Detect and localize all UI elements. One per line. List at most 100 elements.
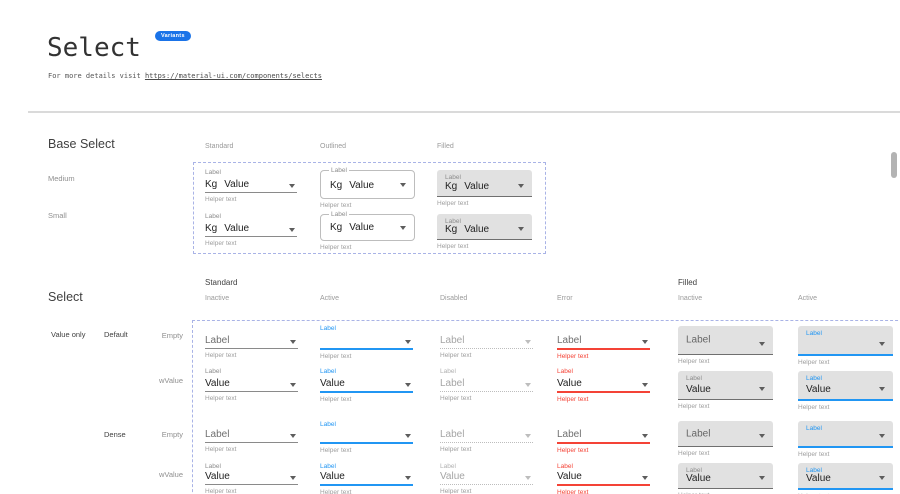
select-input[interactable]: LabelValue bbox=[678, 463, 773, 489]
select-column-header: Inactive bbox=[205, 295, 229, 302]
select-column-header: Disabled bbox=[440, 295, 467, 302]
select-input[interactable]: Label bbox=[678, 326, 773, 355]
select-row-label: wValue bbox=[141, 470, 183, 479]
select-input[interactable]: Value bbox=[205, 471, 298, 485]
select-row-label: Empty bbox=[141, 331, 183, 340]
select-value: Label bbox=[686, 335, 710, 346]
select-input[interactable]: Value bbox=[205, 376, 298, 392]
base-row-label: Small bbox=[48, 211, 67, 220]
select-standard-inactive-default-wvalue: LabelValueHelper text bbox=[205, 368, 298, 402]
helper-text: Helper text bbox=[320, 202, 415, 209]
select-input[interactable]: LabelKgValue bbox=[437, 170, 532, 197]
select-variants-page: Select Variants For more details visit h… bbox=[0, 0, 900, 494]
select-filled-active-default-empty: LabelHelper text bbox=[798, 326, 893, 366]
select-standard-disabled-dense-empty: Label Helper text bbox=[440, 421, 533, 453]
select-input[interactable]: Label bbox=[440, 376, 533, 392]
select-input[interactable]: Label bbox=[798, 421, 893, 448]
dropdown-arrow-icon bbox=[400, 183, 406, 187]
helper-text: Helper text bbox=[205, 352, 298, 359]
dropdown-arrow-icon bbox=[759, 434, 765, 438]
select-value: Label bbox=[205, 335, 229, 346]
select-standard-error-dense-wvalue: LabelValueHelper text bbox=[557, 463, 650, 494]
select-standard-active-dense-empty: LabelHelper text bbox=[320, 421, 413, 454]
select-filled-active-dense-empty: LabelHelper text bbox=[798, 421, 893, 458]
select-label: Label bbox=[320, 325, 413, 333]
select-group-header: Standard bbox=[205, 278, 237, 287]
dropdown-arrow-icon bbox=[518, 227, 524, 231]
select-value: Label bbox=[205, 429, 229, 440]
select-input[interactable]: Label bbox=[205, 429, 298, 443]
helper-text: Helper text bbox=[440, 352, 533, 359]
select-standard-inactive-default-empty: Label Helper text bbox=[205, 325, 298, 359]
select-input[interactable]: Label bbox=[440, 429, 533, 443]
helper-text: Helper text bbox=[678, 450, 773, 457]
select-label: Label bbox=[440, 463, 533, 471]
select-input[interactable]: Value bbox=[440, 471, 533, 485]
select-input[interactable]: Label bbox=[440, 333, 533, 349]
adornment-text: Kg bbox=[445, 181, 457, 192]
select-label: Label bbox=[686, 375, 702, 383]
helper-text: Helper text bbox=[320, 244, 415, 251]
page-title: Select bbox=[47, 33, 141, 63]
adornment-text: Kg bbox=[445, 224, 457, 235]
select-input[interactable]: Value bbox=[320, 376, 413, 393]
select-input[interactable]: Label bbox=[557, 429, 650, 444]
select-label: Label bbox=[329, 167, 349, 175]
select-input[interactable]: Value bbox=[557, 471, 650, 486]
dropdown-arrow-icon bbox=[879, 476, 885, 480]
base-select-filled-small: LabelKgValueHelper text bbox=[437, 214, 532, 250]
helper-text: Helper text bbox=[557, 396, 650, 403]
select-standard-disabled-default-wvalue: LabelLabelHelper text bbox=[440, 368, 533, 402]
select-input[interactable]: Value bbox=[557, 376, 650, 393]
select-input[interactable]: Label bbox=[678, 421, 773, 447]
select-input[interactable]: KgValue bbox=[205, 221, 297, 237]
value-text: Value bbox=[349, 180, 374, 191]
value-text: Value bbox=[464, 224, 489, 235]
helper-text: Helper text bbox=[678, 358, 773, 365]
vertical-scrollbar-thumb[interactable] bbox=[891, 152, 897, 178]
select-input[interactable] bbox=[320, 333, 413, 350]
select-input[interactable]: Label bbox=[798, 326, 893, 356]
dropdown-arrow-icon bbox=[879, 434, 885, 438]
value-text: Value bbox=[464, 181, 489, 192]
helper-text: Helper text bbox=[557, 353, 650, 360]
select-input[interactable]: LabelValue bbox=[798, 371, 893, 401]
select-value: Value bbox=[320, 471, 345, 482]
dropdown-arrow-icon bbox=[290, 340, 296, 344]
select-input[interactable]: KgValue bbox=[205, 177, 297, 193]
dropdown-arrow-icon bbox=[759, 476, 765, 480]
select-value: KgValue bbox=[330, 222, 374, 233]
helper-text: Helper text bbox=[205, 446, 298, 453]
adornment-text: Kg bbox=[330, 180, 342, 191]
select-input[interactable]: LabelKgValue bbox=[320, 214, 415, 241]
select-input[interactable]: Label bbox=[557, 333, 650, 350]
select-input[interactable]: LabelValue bbox=[798, 463, 893, 490]
select-label: Label bbox=[806, 375, 822, 383]
select-input[interactable]: LabelValue bbox=[678, 371, 773, 400]
helper-text: Helper text bbox=[205, 196, 297, 203]
dropdown-arrow-icon bbox=[400, 226, 406, 230]
base-select-standard-medium: LabelKgValueHelper text bbox=[205, 169, 297, 203]
select-input[interactable]: Value bbox=[320, 471, 413, 486]
select-input[interactable]: Label Kg Value bbox=[320, 170, 415, 199]
select-standard-disabled-dense-wvalue: LabelValueHelper text bbox=[440, 463, 533, 494]
material-ui-link[interactable]: https://material-ui.com/components/selec… bbox=[145, 72, 322, 80]
helper-text: Helper text bbox=[320, 489, 413, 494]
base-select-filled-medium: LabelKgValueHelper text bbox=[437, 170, 532, 207]
select-value: Value bbox=[205, 378, 230, 389]
select-label: Label bbox=[557, 463, 650, 471]
row-subgroup-label: Default bbox=[104, 330, 128, 339]
select-standard-active-default-wvalue: LabelValueHelper text bbox=[320, 368, 413, 403]
select-value: KgValue bbox=[205, 223, 249, 234]
select-input[interactable] bbox=[320, 429, 413, 444]
select-filled-inactive-default-empty: Label Helper text bbox=[678, 326, 773, 365]
select-standard-error-default-empty: Label Helper text bbox=[557, 325, 650, 360]
select-input[interactable]: Label bbox=[205, 333, 298, 349]
select-row-label: wValue bbox=[141, 376, 183, 385]
helper-text: Helper text bbox=[440, 446, 533, 453]
helper-text: Helper text bbox=[557, 447, 650, 454]
dropdown-arrow-icon bbox=[525, 340, 531, 344]
select-value: Kg Value bbox=[445, 224, 489, 235]
select-input[interactable]: LabelKgValue bbox=[437, 214, 532, 240]
base-row-label: Medium bbox=[48, 174, 75, 183]
